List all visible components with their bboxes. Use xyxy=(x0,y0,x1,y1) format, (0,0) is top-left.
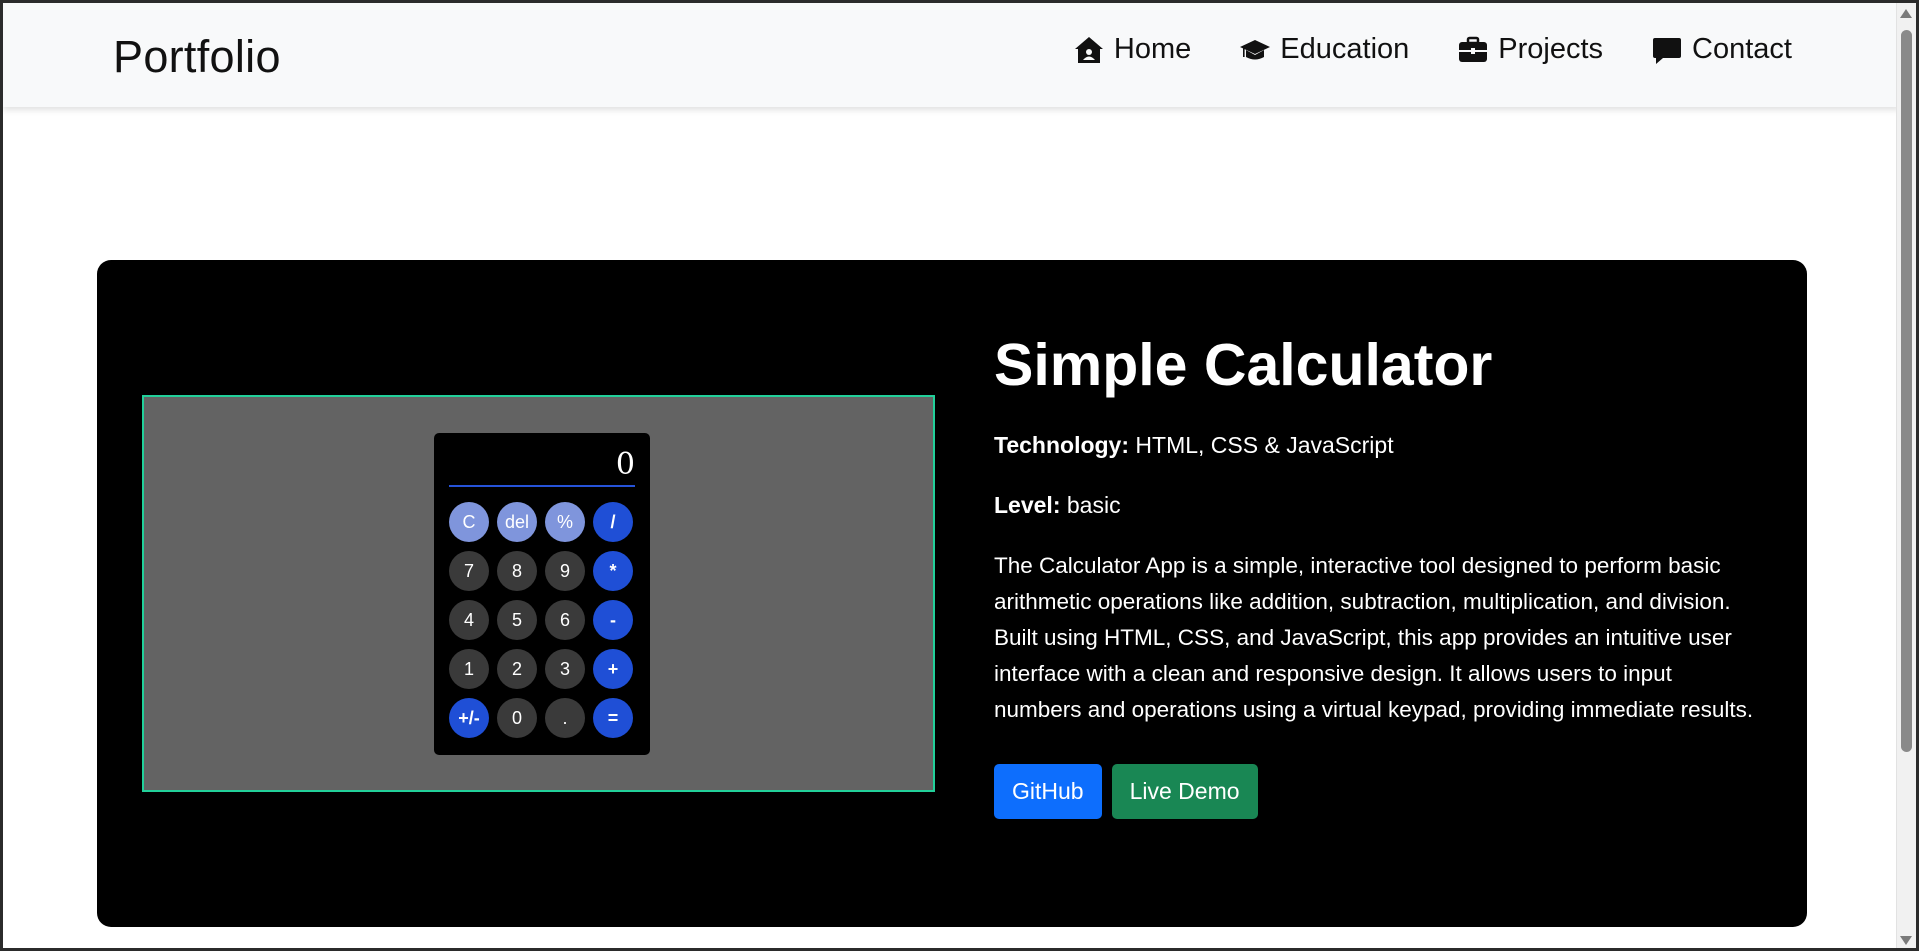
technology-label: Technology: xyxy=(994,432,1130,458)
nav-item-contact[interactable]: Contact xyxy=(1651,33,1792,66)
level-value: basic xyxy=(1066,492,1121,518)
live-demo-button[interactable]: Live Demo xyxy=(1111,764,1258,819)
calculator-key: 2 xyxy=(497,649,537,689)
nav-item-projects[interactable]: Projects xyxy=(1457,33,1603,66)
project-title: Simple Calculator xyxy=(994,332,1493,398)
calculator-key: 7 xyxy=(449,551,489,591)
brand-logo[interactable]: Portfolio xyxy=(113,31,281,83)
nav-menu: Home Education Projects Contact xyxy=(1073,33,1792,66)
nav-item-education[interactable]: Education xyxy=(1239,33,1409,66)
scroll-down-arrow-icon[interactable] xyxy=(1900,936,1912,945)
nav-item-label: Contact xyxy=(1692,33,1792,65)
github-button[interactable]: GitHub xyxy=(994,764,1102,819)
message-icon xyxy=(1651,34,1683,66)
project-info: Simple Calculator Technology: HTML, CSS … xyxy=(994,330,1754,819)
project-card: 0 C del % / 7 8 9 * 4 5 6 - 1 2 3 + +/- … xyxy=(97,260,1807,927)
graduation-cap-icon xyxy=(1239,34,1271,66)
project-actions: GitHub Live Demo xyxy=(994,764,1754,819)
level-label: Level: xyxy=(994,492,1061,518)
scrollbar-thumb[interactable] xyxy=(1901,30,1912,752)
calculator-preview: 0 C del % / 7 8 9 * 4 5 6 - 1 2 3 + +/- … xyxy=(434,433,650,755)
calculator-display: 0 xyxy=(449,445,635,487)
briefcase-icon xyxy=(1457,34,1489,66)
house-icon xyxy=(1073,34,1105,66)
calculator-key: - xyxy=(593,600,633,640)
project-level: Level: basic xyxy=(994,490,1754,520)
calculator-key: = xyxy=(593,698,633,738)
project-preview-image: 0 C del % / 7 8 9 * 4 5 6 - 1 2 3 + +/- … xyxy=(142,395,935,792)
project-technology: Technology: HTML, CSS & JavaScript xyxy=(994,430,1754,460)
page: Portfolio Home Education Projects Contac… xyxy=(0,0,1919,951)
calculator-key: 0 xyxy=(497,698,537,738)
calculator-key: 6 xyxy=(545,600,585,640)
calculator-key: C xyxy=(449,502,489,542)
calculator-key: / xyxy=(593,502,633,542)
calculator-key: . xyxy=(545,698,585,738)
calculator-key: 8 xyxy=(497,551,537,591)
vertical-scrollbar[interactable] xyxy=(1896,3,1916,948)
calculator-key: +/- xyxy=(449,698,489,738)
project-description: The Calculator App is a simple, interact… xyxy=(994,553,1754,722)
calculator-key: + xyxy=(593,649,633,689)
calculator-key: del xyxy=(497,502,537,542)
navbar: Portfolio Home Education Projects Contac… xyxy=(3,3,1900,107)
calculator-key: 1 xyxy=(449,649,489,689)
nav-item-home[interactable]: Home xyxy=(1073,33,1191,66)
nav-item-label: Home xyxy=(1113,33,1192,65)
calculator-key: * xyxy=(593,551,633,591)
calculator-key: 9 xyxy=(545,551,585,591)
calculator-key: 3 xyxy=(545,649,585,689)
nav-item-label: Projects xyxy=(1498,33,1604,65)
calculator-key: % xyxy=(545,502,585,542)
nav-item-label: Education xyxy=(1280,33,1410,65)
calculator-key: 4 xyxy=(449,600,489,640)
calculator-keypad: C del % / 7 8 9 * 4 5 6 - 1 2 3 + +/- 0 … xyxy=(449,502,633,738)
calculator-key: 5 xyxy=(497,600,537,640)
scroll-up-arrow-icon[interactable] xyxy=(1900,9,1912,18)
technology-value: HTML, CSS & JavaScript xyxy=(1135,432,1394,458)
